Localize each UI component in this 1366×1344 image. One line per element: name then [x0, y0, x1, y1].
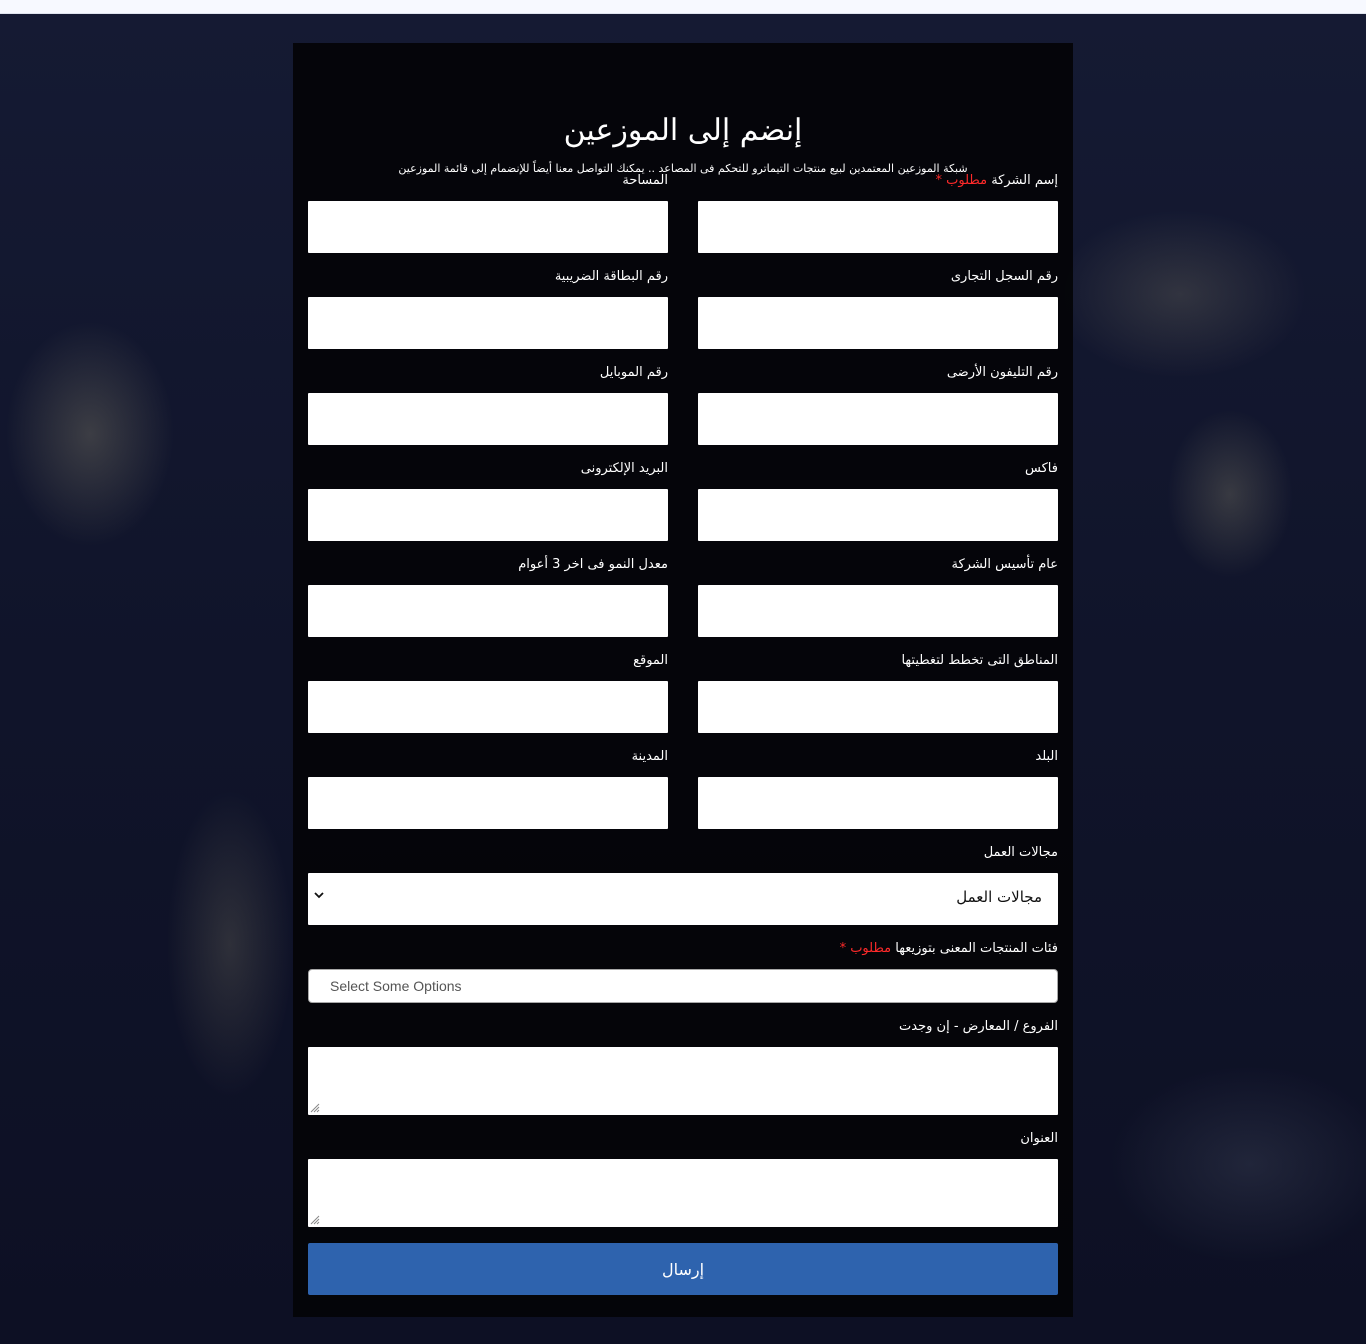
business-fields-selected-value: مجالات العمل [956, 888, 1042, 906]
landline-input[interactable] [698, 393, 1058, 445]
country-label: البلد [1035, 749, 1058, 764]
company-name-label: إسم الشركة مطلوب * [936, 172, 1058, 190]
growth-rate-label: معدل النمو فى اخر 3 أعوام [518, 557, 668, 572]
browser-top-strip [0, 0, 1366, 14]
company-name-required-marker: مطلوب * [935, 173, 988, 188]
chevron-down-icon [314, 892, 324, 899]
company-name-label-text: إسم الشركة [991, 173, 1058, 188]
product-categories-required-marker: مطلوب * [839, 941, 892, 956]
fax-label: فاكس [1025, 461, 1058, 476]
company-name-input[interactable] [698, 201, 1058, 253]
address-textarea[interactable] [308, 1159, 1058, 1227]
area-input[interactable] [308, 201, 668, 253]
page-title: إنضم إلى الموزعين [563, 113, 803, 148]
website-input[interactable] [308, 681, 668, 733]
business-fields-label: مجالات العمل [983, 845, 1058, 860]
resize-grip-icon[interactable] [310, 1103, 320, 1113]
mobile-input[interactable] [308, 393, 668, 445]
city-input[interactable] [308, 777, 668, 829]
submit-button[interactable]: إرسال [308, 1243, 1058, 1295]
city-label: المدينة [631, 749, 668, 764]
product-categories-label-text: فئات المنتجات المعنى بتوزيعها [895, 941, 1058, 956]
website-label: الموقع [633, 653, 668, 668]
fax-input[interactable] [698, 489, 1058, 541]
commercial-register-input[interactable] [698, 297, 1058, 349]
distributor-form-panel: إنضم إلى الموزعين شبكة الموزعين المعتمدي… [293, 43, 1073, 1317]
country-input[interactable] [698, 777, 1058, 829]
founding-year-label: عام تأسيس الشركة [951, 557, 1058, 572]
growth-rate-input[interactable] [308, 585, 668, 637]
business-fields-select[interactable]: مجالات العمل [308, 873, 1058, 925]
area-label: المساحة [622, 173, 668, 188]
product-categories-label: فئات المنتجات المعنى بتوزيعها مطلوب * [840, 940, 1058, 958]
resize-grip-icon[interactable] [310, 1215, 320, 1225]
coverage-regions-label: المناطق التى تخطط لتغطيتها [901, 653, 1058, 668]
mobile-label: رقم الموبايل [599, 365, 668, 380]
branches-label: الفروع / المعارض - إن وجدت [899, 1019, 1058, 1034]
tax-card-input[interactable] [308, 297, 668, 349]
branches-textarea[interactable] [308, 1047, 1058, 1115]
commercial-register-label: رقم السجل التجارى [950, 269, 1058, 284]
founding-year-input[interactable] [698, 585, 1058, 637]
tax-card-label: رقم البطاقة الضريبية [554, 269, 668, 284]
coverage-regions-input[interactable] [698, 681, 1058, 733]
address-label: العنوان [1020, 1131, 1058, 1146]
product-categories-multiselect[interactable]: Select Some Options [308, 969, 1058, 1003]
email-label: البريد الإلكترونى [580, 461, 668, 476]
email-input[interactable] [308, 489, 668, 541]
product-categories-placeholder: Select Some Options [330, 978, 462, 994]
landline-label: رقم التليفون الأرضى [946, 365, 1058, 380]
